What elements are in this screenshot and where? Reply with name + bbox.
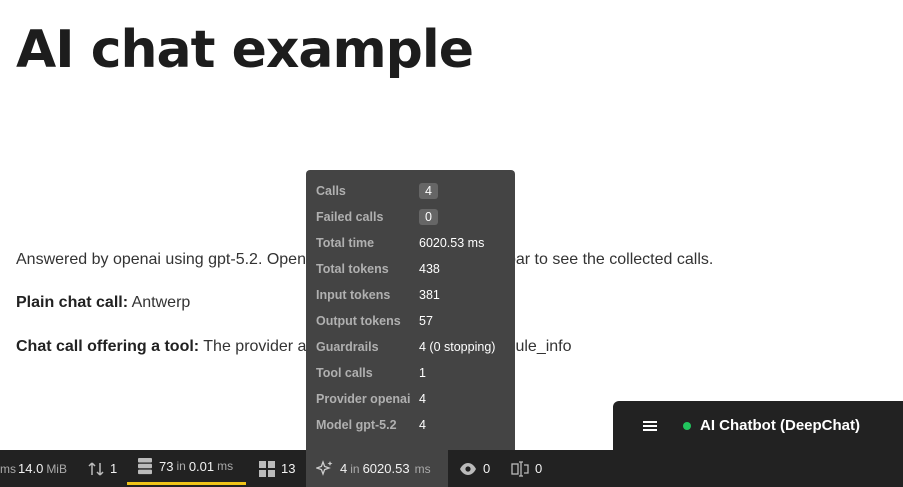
toolbar-requests-item[interactable]: 1: [88, 450, 117, 487]
chatbot-widget[interactable]: AI Chatbot (DeepChat): [613, 401, 903, 450]
ai-row-failed-calls: Failed calls 0: [316, 207, 509, 227]
eye-icon: [459, 462, 477, 476]
toolbar-db-item[interactable]: 73 in 0.01 ms: [127, 450, 246, 485]
toolbar-components-item[interactable]: 13: [259, 450, 295, 487]
ai-row-value: 381: [419, 288, 440, 302]
ai-row-output-tokens: Output tokens 57: [316, 311, 509, 331]
translations-value: 0: [535, 461, 543, 476]
ai-row-value: 4 (0 stopping): [419, 340, 496, 354]
ai-row-label: Total time: [316, 236, 375, 250]
profiler-toolbar: ms 14.0 MiB 1 73 in 0.01 ms 13 4 in 6020…: [0, 450, 903, 487]
ai-row-model: Model gpt-5.2 4: [316, 415, 509, 435]
toolbar-views-item[interactable]: 0: [459, 450, 490, 487]
ai-sparkles-icon: [316, 459, 334, 478]
ai-time: 6020.53: [362, 461, 410, 476]
plain-chat-paragraph: Plain chat call: Antwerp: [16, 294, 190, 312]
views-value: 0: [483, 461, 491, 476]
components-grid-icon: [259, 460, 275, 477]
ai-row-label: Model gpt-5.2: [316, 418, 397, 432]
ai-row-label: Provider openai: [316, 392, 411, 406]
ai-row-value: 0: [419, 209, 438, 225]
memory-value: 14.0: [18, 461, 44, 476]
ai-row-label: Guardrails: [316, 340, 379, 354]
ai-row-label: Failed calls: [316, 210, 384, 224]
db-in: in: [176, 459, 186, 473]
memory-unit: MiB: [46, 461, 67, 476]
menu-icon[interactable]: [643, 420, 657, 431]
ai-row-value: 57: [419, 314, 433, 328]
chatbot-title[interactable]: AI Chatbot (DeepChat): [700, 417, 860, 434]
ai-row-value: 438: [419, 262, 440, 276]
ai-row-label: Tool calls: [316, 366, 373, 380]
db-unit: ms: [217, 459, 234, 473]
time-unit: ms: [0, 461, 16, 476]
requests-arrows-icon: [88, 461, 104, 477]
db-time: 0.01: [188, 458, 215, 474]
ai-row-value: 6020.53 ms: [419, 236, 485, 250]
ai-row-input-tokens: Input tokens 381: [316, 285, 509, 305]
ai-row-value: 4: [419, 183, 438, 199]
components-value: 13: [281, 461, 296, 476]
toolbar-memory-item[interactable]: 14.0 MiB: [18, 450, 70, 487]
ai-row-total-tokens: Total tokens 438: [316, 259, 509, 279]
ai-row-value: 1: [419, 366, 426, 380]
plain-chat-label: Plain chat call:: [16, 294, 129, 311]
plain-chat-value: Antwerp: [131, 294, 191, 311]
ai-row-label: Output tokens: [316, 314, 401, 328]
ai-profiler-panel: Calls 4 Failed calls 0 Total time 6020.53 m…: [306, 170, 515, 450]
status-dot: [683, 421, 691, 430]
ai-row-label: Calls: [316, 184, 346, 198]
ai-row-tool-calls: Tool calls 1: [316, 363, 509, 383]
toolbar-time-item[interactable]: ms: [0, 450, 16, 487]
ai-row-label: Input tokens: [316, 288, 391, 302]
translation-icon: [511, 460, 529, 477]
page-title: AI chat example: [16, 20, 474, 80]
requests-value: 1: [110, 461, 118, 476]
db-queries: 73: [159, 458, 174, 474]
ai-row-provider: Provider openai 4: [316, 389, 509, 409]
database-icon: [137, 457, 153, 475]
ai-row-value: 4: [419, 392, 426, 406]
ai-in: in: [350, 461, 360, 476]
ai-row-calls: Calls 4: [316, 181, 509, 201]
tool-chat-label: Chat call offering a tool:: [16, 338, 200, 355]
ai-row-value: 4: [419, 418, 426, 432]
ai-row-total-time: Total time 6020.53 ms: [316, 233, 509, 253]
ai-unit: ms: [414, 461, 431, 476]
ai-row-label: Total tokens: [316, 262, 389, 276]
ai-row-guardrails: Guardrails 4 (0 stopping): [316, 337, 509, 357]
toolbar-ai-item[interactable]: 4 in 6020.53 ms: [306, 450, 448, 487]
ai-calls: 4: [340, 461, 348, 476]
toolbar-translations-item[interactable]: 0: [511, 450, 542, 487]
